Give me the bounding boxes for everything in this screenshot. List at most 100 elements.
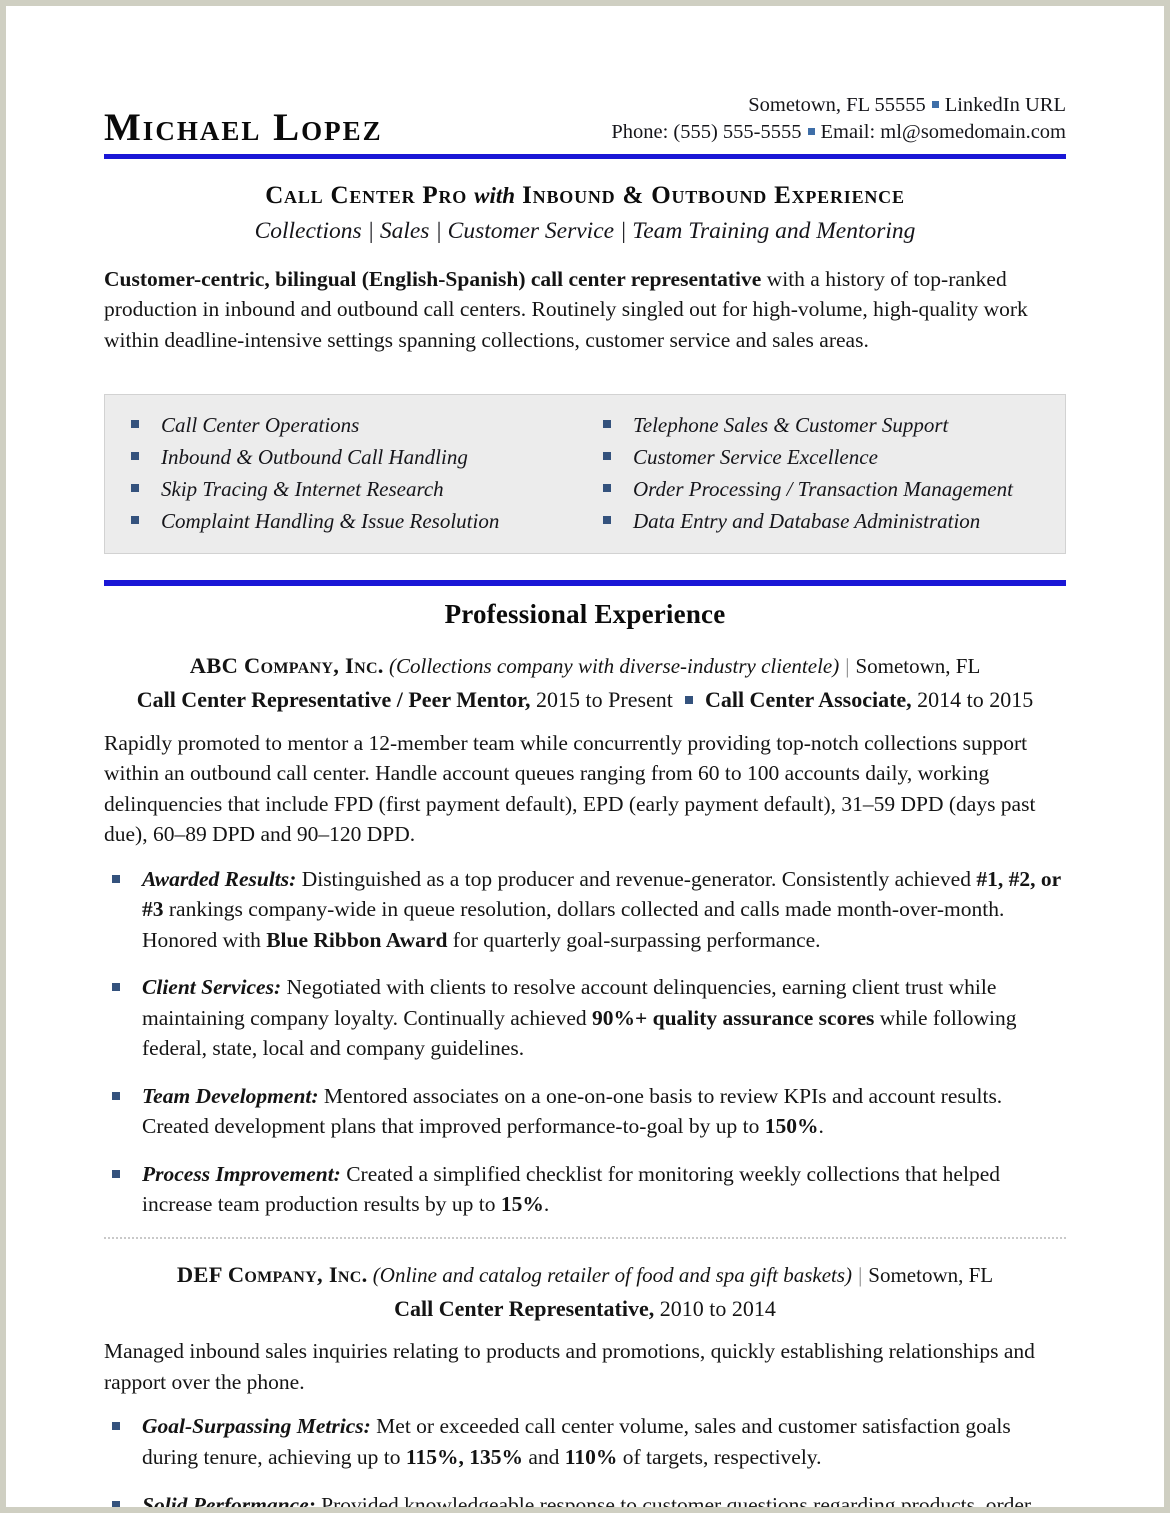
summary-lead: Customer-centric, bilingual (English-Spa…	[104, 266, 762, 291]
achievement-label: Process Improvement:	[142, 1161, 341, 1186]
achievement-item: Client Services: Negotiated with clients…	[104, 972, 1066, 1064]
achievement-item: Process Improvement: Created a simplifie…	[104, 1159, 1066, 1220]
skill-item: Skip Tracing & Internet Research	[131, 473, 585, 505]
bullet-square-icon	[131, 515, 139, 524]
skill-item: Telephone Sales & Customer Support	[603, 409, 1047, 441]
job-dates-primary: 2010 to 2014	[654, 1296, 776, 1322]
contact-city: Sometown, FL 55555	[748, 93, 926, 116]
skill-label: Inbound & Outbound Call Handling	[161, 444, 468, 469]
bullet-square-icon	[112, 1422, 120, 1431]
candidate-name: Michael Lopez	[104, 106, 383, 149]
job-summary-paragraph: Rapidly promoted to mentor a 12-member t…	[104, 730, 1036, 847]
job-location: Sometown, FL	[868, 1262, 994, 1287]
job-title-secondary: Call Center Associate,	[704, 687, 912, 713]
job-company-line: DEF Company, Inc. (Online and catalog re…	[104, 1261, 1066, 1288]
bullet-square-icon	[112, 1500, 120, 1507]
contact-block: Sometown, FL 55555 LinkedIn URL Phone: (5…	[611, 92, 1066, 148]
bullet-square-icon	[603, 515, 611, 524]
achievement-highlight: 115%, 135%	[405, 1444, 523, 1469]
skills-column-right: Telephone Sales & Customer Support Custom…	[585, 409, 1047, 537]
section-title-experience: Professional Experience	[444, 599, 726, 630]
separator-square-icon	[684, 696, 693, 705]
achievement-text: Client Services: Negotiated with clients…	[142, 972, 1066, 1064]
bullet-square-icon	[603, 483, 611, 492]
core-skills-box: Call Center Operations Inbound & Outbound…	[104, 394, 1066, 555]
skill-label: Skip Tracing & Internet Research	[161, 476, 444, 501]
job-summary-paragraph: Managed inbound sales inquiries relating…	[104, 1339, 1035, 1394]
achievement-text: Awarded Results: Distinguished as a top …	[142, 864, 1066, 956]
achievement-text: Process Improvement: Created a simplifie…	[142, 1159, 1066, 1220]
achievement-label: Awarded Results:	[142, 866, 297, 891]
contact-phone: Phone: (555) 555-5555	[611, 120, 802, 143]
achievement-item: Goal-Surpassing Metrics: Met or exceeded…	[104, 1411, 1066, 1472]
separator-square-icon	[931, 100, 939, 108]
job-location: Sometown, FL	[855, 654, 981, 679]
achievement-list: Goal-Surpassing Metrics: Met or exceeded…	[104, 1411, 1066, 1513]
achievement-item: Awarded Results: Distinguished as a top …	[104, 864, 1066, 956]
resume-header: Michael Lopez Sometown, FL 55555 LinkedIn…	[104, 92, 1066, 148]
skill-label: Call Center Operations	[161, 412, 360, 437]
achievement-label: Client Services:	[142, 975, 282, 1000]
contact-line-1: Sometown, FL 55555 LinkedIn URL	[611, 92, 1066, 119]
experience-list: ABC Company, Inc. (Collections company w…	[104, 652, 1066, 1513]
bullet-square-icon	[131, 483, 139, 492]
skill-label: Data Entry and Database Administration	[633, 508, 981, 533]
skills-column-left: Call Center Operations Inbound & Outbound…	[123, 409, 585, 537]
bullet-square-icon	[603, 419, 611, 428]
job-entry: ABC Company, Inc. (Collections company w…	[104, 652, 1066, 1220]
bullet-square-icon	[112, 874, 120, 883]
achievement-label: Solid Performance:	[142, 1492, 316, 1513]
achievement-body: and	[522, 1444, 565, 1469]
skill-label: Telephone Sales & Customer Support	[633, 412, 949, 437]
achievement-text: Goal-Surpassing Metrics: Met or exceeded…	[142, 1411, 1066, 1472]
achievement-highlight: 110%	[564, 1444, 618, 1469]
job-title-primary: Call Center Representative,	[394, 1296, 655, 1322]
skill-item: Complaint Handling & Issue Resolution	[131, 505, 585, 537]
achievement-body: of targets, respectively.	[617, 1444, 822, 1469]
job-company-name: ABC Company, Inc.	[189, 653, 384, 679]
achievement-body: .	[543, 1192, 550, 1217]
section-divider-rule	[104, 580, 1066, 587]
job-dates-secondary: 2014 to 2015	[911, 687, 1034, 713]
job-company-name: DEF Company, Inc.	[176, 1261, 368, 1287]
pipe-separator: |	[858, 1262, 863, 1287]
skill-item: Call Center Operations	[131, 409, 585, 441]
achievement-item: Solid Performance: Provided knowledgeabl…	[104, 1490, 1066, 1513]
bullet-square-icon	[131, 451, 139, 460]
job-company-descriptor: (Online and catalog retailer of food and…	[367, 1262, 853, 1287]
skill-label: Complaint Handling & Issue Resolution	[161, 508, 500, 533]
job-title-primary: Call Center Representative / Peer Mentor…	[136, 687, 531, 713]
pipe-separator: |	[845, 654, 850, 679]
skill-item: Data Entry and Database Administration	[603, 505, 1047, 537]
achievement-highlight: Blue Ribbon Award	[266, 927, 448, 952]
contact-linkedin[interactable]: LinkedIn URL	[945, 94, 1066, 116]
achievement-highlight: 90%+ quality assurance scores	[592, 1005, 875, 1030]
professional-summary: Customer-centric, bilingual (English-Spa…	[104, 264, 1066, 356]
skill-label: Order Processing / Transaction Managemen…	[633, 476, 1013, 501]
headline-with: with	[474, 183, 516, 208]
skill-item: Inbound & Outbound Call Handling	[131, 441, 585, 473]
job-entry: DEF Company, Inc. (Online and catalog re…	[104, 1261, 1066, 1513]
bullet-square-icon	[112, 1169, 120, 1178]
bullet-square-icon	[112, 983, 120, 992]
achievement-body: for quarterly goal-surpassing performanc…	[447, 927, 821, 952]
achievement-body: Distinguished as a top producer and reve…	[296, 866, 977, 891]
achievement-item: Team Development: Mentored associates on…	[104, 1081, 1066, 1142]
achievement-text: Team Development: Mentored associates on…	[142, 1081, 1066, 1142]
job-divider	[104, 1236, 1066, 1239]
job-title-line: Call Center Representative / Peer Mentor…	[104, 687, 1066, 713]
professional-headline: Call Center Pro with Inbound & Outbound …	[104, 182, 1066, 210]
headline-specialties: Collections | Sales | Customer Service |…	[254, 217, 916, 244]
headline-part-2: Inbound & Outbound Experience	[522, 182, 905, 209]
headline-part-1: Call Center Pro	[265, 182, 468, 209]
bullet-square-icon	[131, 419, 139, 428]
achievement-body: .	[818, 1114, 824, 1139]
separator-square-icon	[807, 127, 815, 135]
achievement-label: Goal-Surpassing Metrics:	[142, 1414, 371, 1439]
contact-email[interactable]: Email: ml@somedomain.com	[821, 121, 1066, 143]
skill-item: Customer Service Excellence	[603, 441, 1047, 473]
achievement-highlight: 150%	[764, 1114, 819, 1139]
bullet-square-icon	[112, 1091, 120, 1100]
achievement-highlight: 15%	[500, 1192, 544, 1217]
job-title-line: Call Center Representative, 2010 to 2014	[104, 1296, 1066, 1322]
